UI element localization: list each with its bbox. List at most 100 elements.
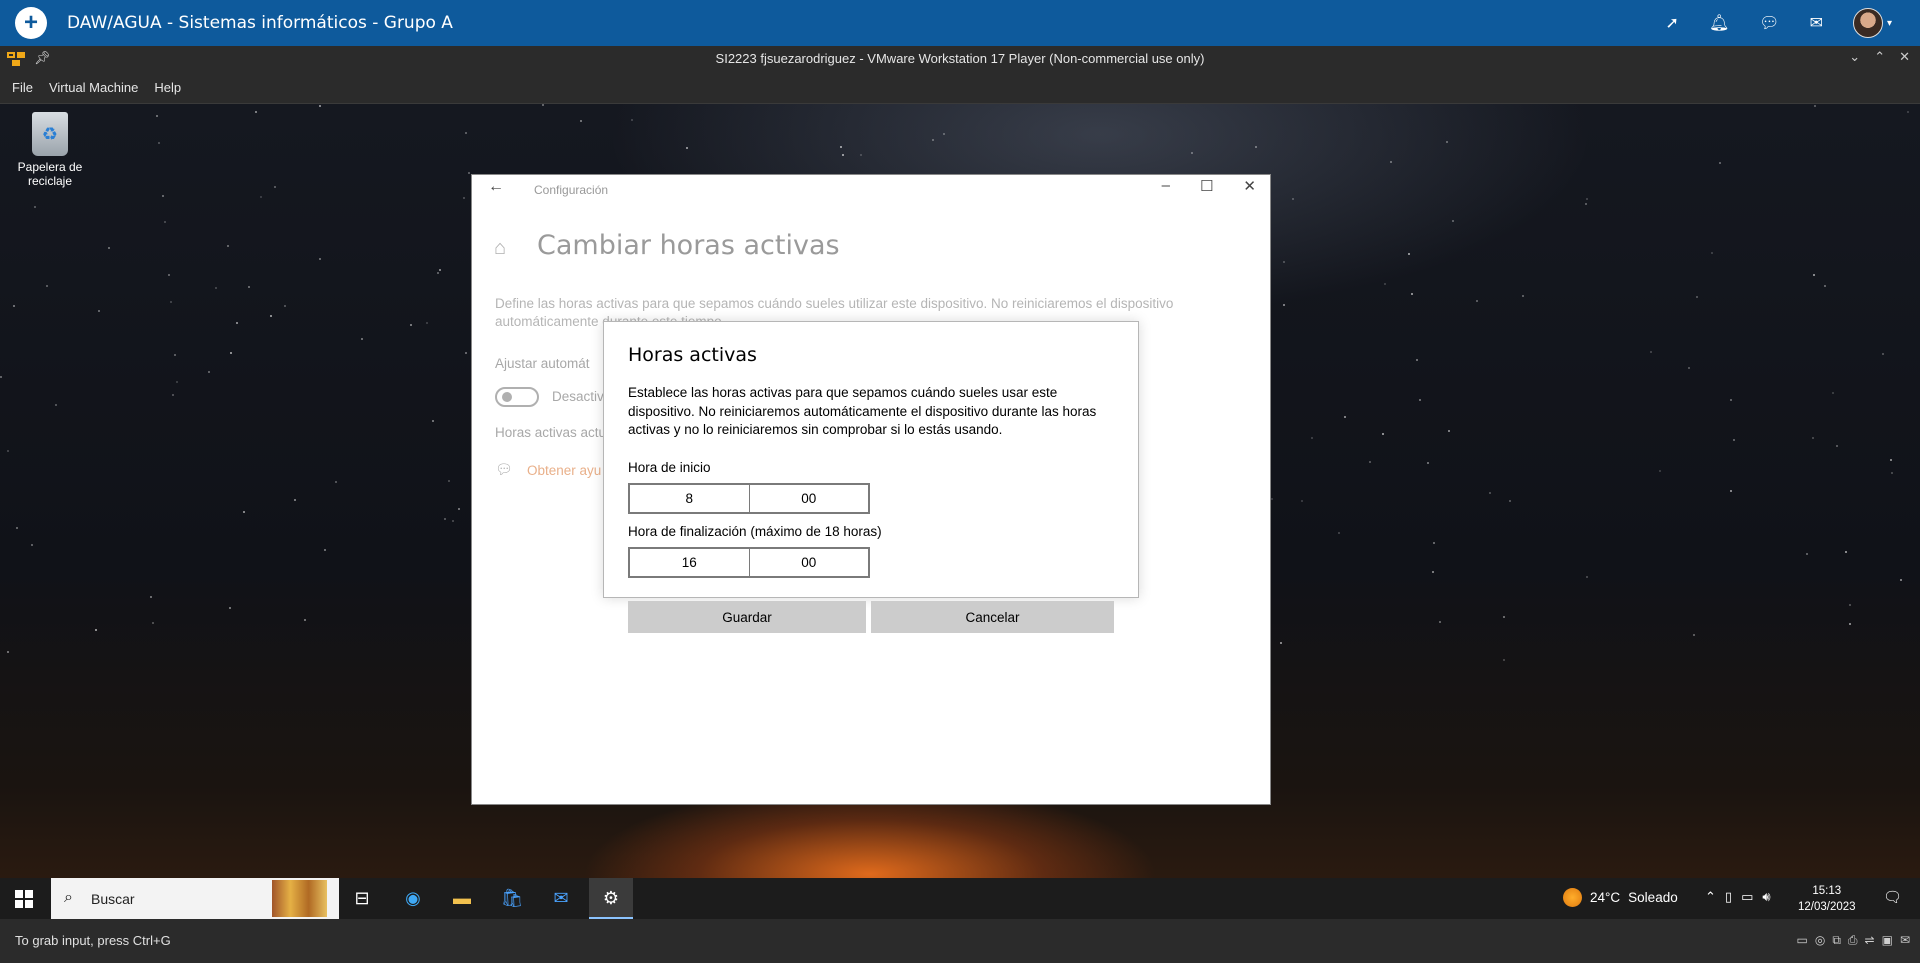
star (686, 147, 688, 149)
teams-title: DAW/AGUA - Sistemas informáticos - Grupo… (67, 13, 453, 33)
clock-time: 15:13 (1812, 885, 1842, 897)
settings-window-controls: – ☐ ✕ (1162, 177, 1256, 195)
sun-icon (1563, 888, 1582, 907)
star (255, 111, 257, 113)
end-time-label: Hora de finalización (máximo de 18 horas… (628, 524, 882, 539)
settings-taskbar-button[interactable]: ⚙ (589, 878, 633, 919)
star (463, 197, 465, 199)
star (162, 195, 164, 197)
star (1812, 437, 1814, 439)
guest-desktop[interactable]: Papelera de reciclaje ← Configuración – … (0, 104, 1920, 878)
start-time-picker[interactable]: 8 00 (628, 483, 870, 514)
dialog-description: Establece las horas activas para que sep… (628, 385, 1097, 437)
star (7, 651, 9, 653)
pin-icon[interactable]: ➚ (1666, 13, 1679, 33)
auto-adjust-toggle[interactable] (495, 387, 539, 407)
home-icon[interactable]: ⌂ (494, 237, 506, 260)
end-time-picker[interactable]: 16 00 (628, 547, 870, 578)
store-icon[interactable]: 🛍︎ (500, 886, 524, 910)
star (631, 119, 633, 121)
dialog-title: Horas activas (628, 344, 757, 366)
back-arrow-icon[interactable]: ← (488, 178, 504, 196)
close-icon[interactable]: ✕ (1243, 177, 1256, 195)
end-minute-field[interactable]: 00 (748, 549, 869, 576)
star (1382, 433, 1384, 435)
printer-icon[interactable]: ⎙ (1848, 933, 1858, 948)
star (1191, 152, 1193, 154)
chevron-down-icon[interactable]: ⌄ (1849, 49, 1860, 65)
star (1452, 220, 1454, 222)
star (1890, 459, 1892, 461)
notifications-icon[interactable]: 🗨︎ (1883, 888, 1902, 906)
star (1650, 351, 1652, 353)
recycle-bin[interactable]: Papelera de reciclaje (14, 112, 86, 188)
star (16, 527, 18, 529)
star (324, 549, 326, 551)
settings-window-title: Configuración (534, 183, 609, 197)
star (426, 322, 428, 324)
star (156, 115, 158, 117)
device-icon[interactable]: ▯ (1725, 889, 1732, 905)
teams-icons: ➚ 🔔︎ 💬︎ ✉ ▾ (1666, 0, 1892, 46)
star (1522, 295, 1524, 297)
star (1476, 300, 1478, 302)
plus-icon[interactable]: + (15, 7, 47, 39)
star (1419, 399, 1421, 401)
taskbar-clock[interactable]: 15:13 12/03/2023 (1798, 883, 1856, 915)
cancel-button[interactable]: Cancelar (871, 601, 1114, 633)
star (1891, 472, 1893, 474)
edge-icon[interactable]: ◉ (401, 886, 425, 910)
star (452, 520, 454, 522)
star (1907, 111, 1909, 113)
network-icon[interactable]: ▭ (1741, 889, 1753, 905)
chat-icon[interactable]: 💬︎ (1759, 13, 1779, 33)
close-icon[interactable]: ✕ (1899, 49, 1910, 65)
chevron-down-icon[interactable]: ▾ (1887, 18, 1892, 29)
vmware-titlebar: 📌︎ SI2223 fjsuezarodriguez - VMware Work… (0, 46, 1920, 72)
start-hour-field[interactable]: 8 (630, 485, 749, 512)
start-minute-field[interactable]: 00 (748, 485, 869, 512)
weather-widget[interactable]: 24°C Soleado (1563, 888, 1678, 907)
cd-icon[interactable]: ◎ (1815, 933, 1825, 948)
chevron-up-icon[interactable]: ⌃ (1705, 889, 1716, 905)
star (0, 376, 2, 378)
hard-disk-icon[interactable]: ▭ (1797, 933, 1808, 948)
star (284, 305, 286, 307)
star (1427, 462, 1429, 464)
star (270, 315, 272, 317)
save-button[interactable]: Guardar (628, 601, 866, 633)
star (468, 172, 470, 174)
avatar[interactable] (1852, 8, 1883, 38)
star (168, 274, 170, 276)
mail-app-icon[interactable]: ✉ (549, 886, 573, 910)
star (164, 221, 166, 223)
star (55, 404, 57, 406)
message-icon[interactable]: ✉ (1900, 933, 1910, 948)
recycle-bin-label: Papelera de reciclaje (17, 160, 83, 188)
star (98, 310, 100, 312)
task-view-icon[interactable]: ⊟ (350, 886, 374, 910)
star (448, 480, 450, 482)
bell-icon[interactable]: 🔔︎ (1709, 13, 1729, 33)
search-highlight-image[interactable] (272, 880, 327, 917)
menu-virtual-machine[interactable]: Virtual Machine (49, 80, 138, 95)
maximize-icon[interactable]: ☐ (1200, 177, 1213, 195)
usb-icon[interactable]: ⇌ (1865, 933, 1875, 948)
menu-help[interactable]: Help (154, 80, 181, 95)
taskbar-search-box[interactable]: ⌕ Buscar (51, 878, 339, 919)
star (1280, 642, 1282, 644)
mail-icon[interactable]: ✉ (1810, 13, 1823, 33)
display-icon[interactable]: ▣ (1882, 933, 1893, 948)
network-adapter-icon[interactable]: ⧉ (1832, 933, 1841, 948)
star (176, 381, 178, 383)
windows-start-icon[interactable] (15, 890, 33, 908)
file-explorer-icon[interactable]: ▬ (450, 886, 474, 910)
star (1416, 359, 1418, 361)
end-hour-field[interactable]: 16 (630, 549, 749, 576)
chevron-up-icon[interactable]: ⌃ (1874, 49, 1885, 65)
get-help-link[interactable]: Obtener ayu (527, 463, 601, 478)
menu-file[interactable]: File (12, 80, 33, 95)
minimize-icon[interactable]: – (1162, 177, 1170, 195)
star (1255, 146, 1257, 148)
volume-icon[interactable]: 🔊︎ (1762, 889, 1770, 905)
